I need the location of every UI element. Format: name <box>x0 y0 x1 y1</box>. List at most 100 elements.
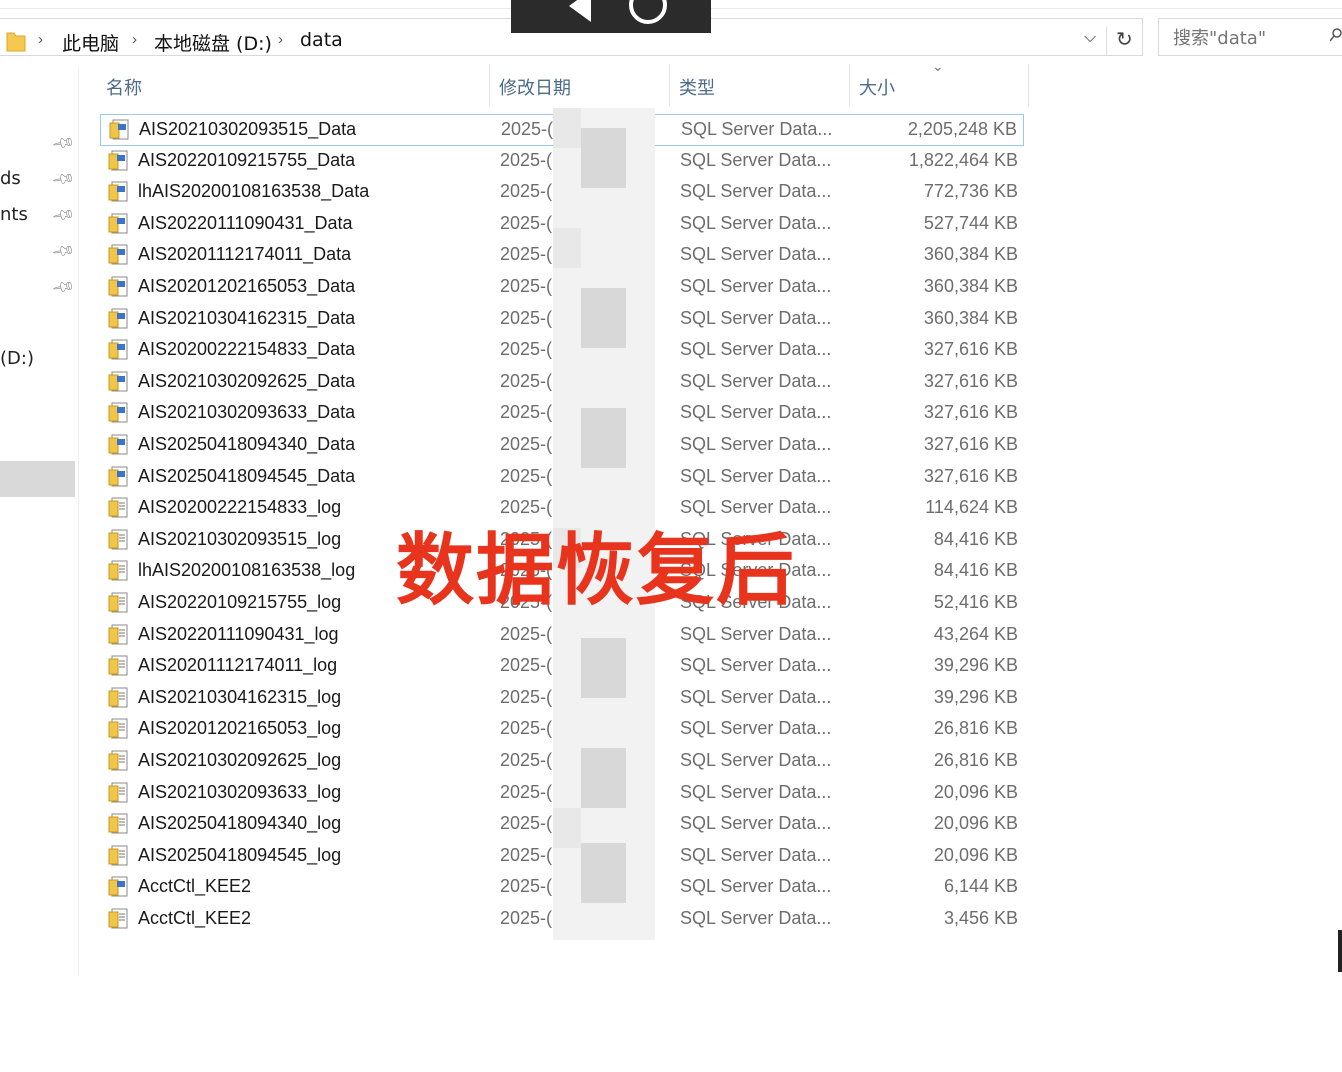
file-size: 327,616 KB <box>923 465 1018 486</box>
breadcrumb-local-disk[interactable]: 本地磁盘 (D:) <box>154 29 272 56</box>
search-icon[interactable] <box>1330 28 1342 42</box>
file-date: 2025-( <box>500 402 553 423</box>
navigation-pane: 📌︎ 📌︎ 📌︎ 📌︎ 📌︎ ds nts (D:) <box>0 60 78 990</box>
file-size: 84,416 KB <box>933 528 1018 549</box>
pin-icon[interactable]: 📌︎ <box>51 166 77 192</box>
database-file-icon <box>108 276 128 297</box>
log-file-icon <box>108 718 128 739</box>
file-date: 2025-( <box>500 339 553 360</box>
log-file-icon <box>108 592 128 613</box>
database-file-icon <box>108 181 128 202</box>
file-type: SQL Server Data... <box>680 339 832 360</box>
file-date: 2025-( <box>500 718 553 739</box>
nav-item-downloads[interactable]: ds <box>0 168 21 189</box>
database-file-icon <box>108 371 128 392</box>
file-size: 1,822,464 KB <box>908 149 1018 170</box>
folder-icon <box>6 32 26 52</box>
file-name: AIS20210302092625_log <box>138 750 342 770</box>
file-size: 52,416 KB <box>933 592 1018 612</box>
column-header-name[interactable]: 名称 <box>98 64 488 106</box>
file-size: 39,296 KB <box>933 686 1018 707</box>
file-name: AIS20210304162315_log <box>138 686 342 707</box>
file-date: 2025-( <box>500 686 553 707</box>
breadcrumb-data-folder[interactable]: data <box>300 29 343 51</box>
file-date: 2025-( <box>500 244 553 265</box>
sort-descending-icon: ⌄ <box>932 58 944 74</box>
file-date: 2025-( <box>500 750 553 770</box>
search-box[interactable] <box>1158 18 1342 56</box>
file-name: AIS20201202165053_Data <box>138 276 356 296</box>
log-file-icon <box>108 687 128 708</box>
database-file-icon <box>108 150 128 171</box>
file-size: 20,096 KB <box>933 844 1018 865</box>
divider <box>1106 27 1107 55</box>
chevron-down-icon[interactable]: ⌵ <box>1084 29 1096 47</box>
file-size: 772,736 KB <box>923 181 1018 202</box>
log-file-icon <box>108 560 128 581</box>
log-file-icon <box>108 655 128 676</box>
file-name: AIS20250418094340_log <box>138 813 342 834</box>
file-type: SQL Server Data... <box>680 781 832 802</box>
file-type: SQL Server Data... <box>680 434 832 454</box>
pane-divider[interactable] <box>78 66 79 976</box>
file-type: SQL Server Data... <box>680 655 832 676</box>
database-file-icon <box>108 308 128 329</box>
file-date: 2025-( <box>500 465 553 486</box>
log-file-icon <box>108 845 128 866</box>
file-date: 2025-( <box>500 370 553 391</box>
file-date: 2025-( <box>500 149 553 170</box>
database-file-icon <box>108 876 128 897</box>
file-date: 2025-( <box>500 181 553 202</box>
database-file-icon <box>109 119 129 140</box>
search-input[interactable] <box>1171 27 1325 50</box>
file-name: AIS20210302093515_Data <box>139 119 357 139</box>
pin-icon[interactable]: 📌︎ <box>51 274 77 300</box>
nav-item-documents[interactable]: nts <box>0 204 28 225</box>
database-file-icon <box>108 434 128 455</box>
file-name: AIS20210302093515_log <box>138 528 342 549</box>
file-type: SQL Server Data... <box>680 718 832 739</box>
file-type: SQL Server Data... <box>680 686 832 707</box>
nav-item-local-disk[interactable]: (D:) <box>0 348 34 369</box>
database-file-icon <box>108 339 128 360</box>
file-type: SQL Server Data... <box>680 908 832 928</box>
file-name: AIS20201112174011_log <box>138 655 338 676</box>
pin-icon[interactable]: 📌︎ <box>51 202 77 228</box>
column-divider[interactable] <box>489 64 490 106</box>
file-type: SQL Server Data... <box>680 813 832 834</box>
file-name: AIS20210302093633_Data <box>138 402 356 423</box>
file-size: 2,205,248 KB <box>907 119 1017 139</box>
refresh-icon[interactable]: ↻ <box>1116 27 1133 52</box>
column-divider[interactable] <box>669 64 670 106</box>
column-divider[interactable] <box>849 64 850 106</box>
file-type: SQL Server Data... <box>680 244 832 265</box>
file-size: 84,416 KB <box>933 560 1018 581</box>
file-size: 327,616 KB <box>923 402 1018 423</box>
file-name: AIS20200222154833_Data <box>138 339 356 360</box>
file-name: AIS20201202165053_log <box>138 718 342 739</box>
file-size: 527,744 KB <box>923 212 1018 233</box>
file-date: 2025-( <box>500 212 553 233</box>
pin-icon[interactable]: 📌︎ <box>51 238 77 264</box>
nav-item-selected[interactable] <box>0 461 75 497</box>
breadcrumb-separator-icon[interactable]: › <box>132 31 137 48</box>
column-header-date[interactable]: 修改日期 <box>491 64 669 106</box>
record-icon <box>629 0 667 24</box>
column-header-type[interactable]: 类型 <box>671 64 849 106</box>
file-name: AIS20210302093633_log <box>138 781 342 802</box>
column-divider[interactable] <box>1028 64 1029 106</box>
pin-icon[interactable]: 📌︎ <box>51 130 77 156</box>
database-file-icon <box>108 213 128 234</box>
scrollbar[interactable] <box>1338 930 1342 972</box>
log-file-icon <box>108 908 128 929</box>
file-name: lhAIS20200108163538_log <box>138 560 356 581</box>
file-type: SQL Server Data... <box>680 876 832 897</box>
file-size: 327,616 KB <box>923 434 1018 454</box>
breadcrumb-separator-icon[interactable]: › <box>38 31 43 48</box>
file-date: 2025-( <box>500 276 553 296</box>
file-name: AIS20220111090431_Data <box>138 212 353 233</box>
breadcrumb-this-pc[interactable]: 此电脑 <box>62 29 119 56</box>
breadcrumb-separator-icon[interactable]: › <box>278 31 283 48</box>
file-size: 114,624 KB <box>925 497 1018 518</box>
file-name: AIS20250418094545_log <box>138 844 342 865</box>
